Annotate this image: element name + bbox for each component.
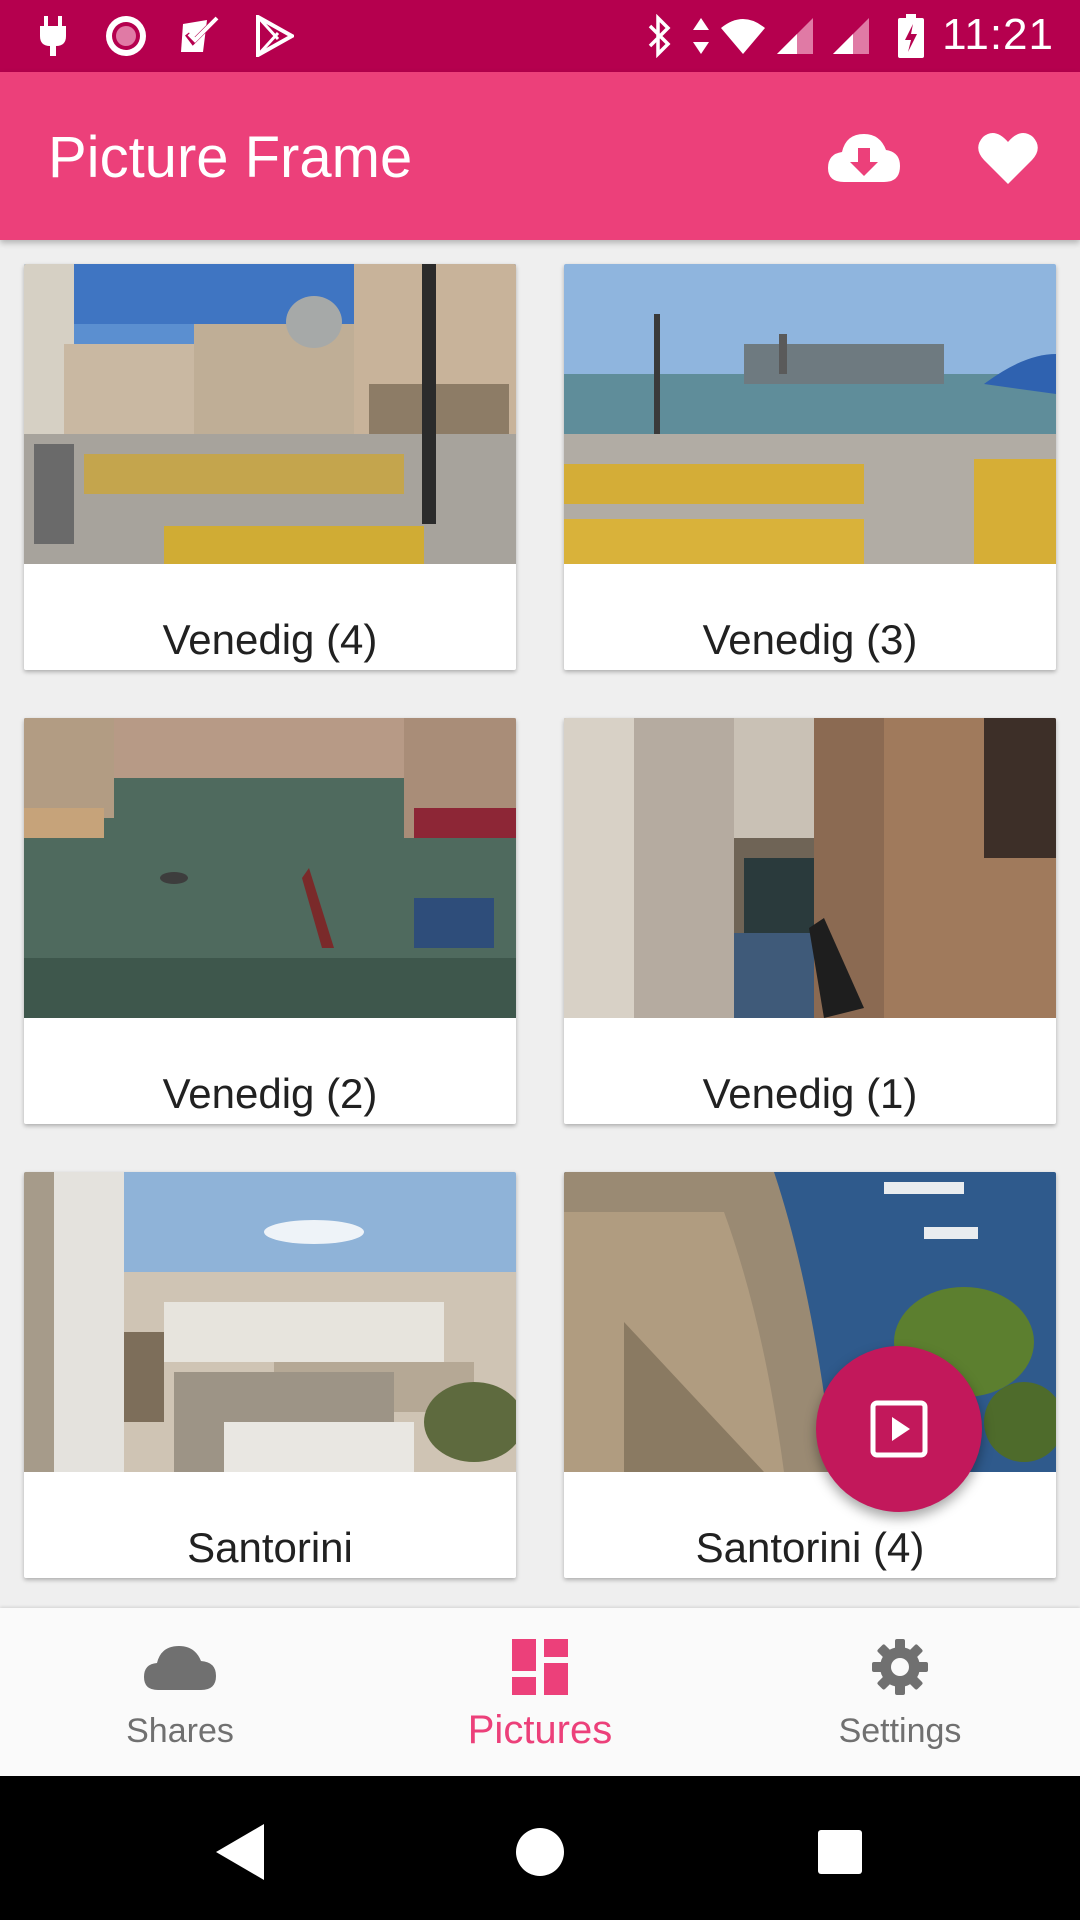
status-bar: 11:21 [0,0,1080,72]
picture-thumbnail [24,1172,516,1472]
picture-card[interactable]: Santorini (4) [564,1172,1056,1578]
heart-icon [978,133,1038,184]
picture-caption: Santorini (4) [695,1524,925,1571]
data-arrows-icon [688,14,714,58]
bluetooth-icon [644,14,674,58]
clock: 11:21 [942,10,1054,59]
app-bar: Picture Frame [0,72,1080,240]
gear-icon [872,1639,928,1695]
picture-thumbnail [564,264,1056,564]
play-store-icon [250,14,298,58]
home-icon [516,1828,564,1876]
picture-caption: Venedig (2) [162,1070,378,1117]
cloud-download-button[interactable] [822,116,906,200]
system-navigation-bar [0,1776,1080,1920]
recents-button[interactable] [800,1812,880,1892]
picture-card[interactable]: Venedig (3) [564,264,1056,670]
signal-icon [774,14,816,58]
nav-item-pictures[interactable]: Pictures [360,1608,720,1776]
picture-caption: Venedig (3) [702,616,918,663]
picture-thumbnail [564,1172,1056,1472]
slideshow-icon [870,1400,928,1458]
battery-charging-icon [896,14,926,58]
picture-thumbnail [24,718,516,1018]
nav-label: Pictures [467,1708,613,1752]
picture-card[interactable]: Santorini [24,1172,516,1578]
nav-item-settings[interactable]: Settings [720,1608,1080,1776]
page-title: Picture Frame [48,125,413,190]
bottom-navigation: Shares Pictures Settings [0,1608,1080,1776]
back-icon [216,1824,264,1880]
nav-item-shares[interactable]: Shares [0,1608,360,1776]
favorites-button[interactable] [966,116,1050,200]
signal-icon [830,14,872,58]
nav-label: Shares [126,1712,234,1750]
picture-thumbnail [564,718,1056,1018]
back-button[interactable] [200,1812,280,1892]
dashboard-icon [512,1639,568,1695]
picture-thumbnail [24,264,516,564]
record-icon [102,14,150,58]
picture-card[interactable]: Venedig (2) [24,718,516,1124]
cloud-icon [144,1646,216,1690]
nav-label: Settings [838,1712,962,1750]
task-check-icon [176,14,224,58]
picture-caption: Santorini [187,1524,353,1571]
picture-caption: Venedig (1) [702,1070,918,1117]
picture-card[interactable]: Venedig (4) [24,264,516,670]
picture-card[interactable]: Venedig (1) [564,718,1056,1124]
recents-icon [818,1830,862,1874]
cloud-download-icon [828,134,900,182]
home-button[interactable] [500,1812,580,1892]
slideshow-button[interactable] [816,1346,982,1512]
plug-icon [36,14,70,58]
wifi-icon [718,14,768,58]
picture-caption: Venedig (4) [162,616,378,663]
